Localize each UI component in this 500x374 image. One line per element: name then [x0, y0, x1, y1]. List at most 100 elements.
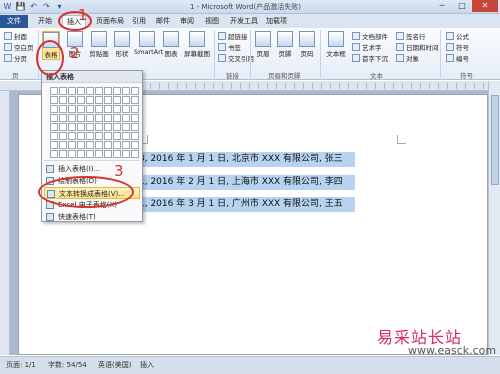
- quick-tables-icon: [46, 213, 54, 221]
- blank-page-button[interactable]: 空白页: [4, 42, 34, 52]
- date-time-button[interactable]: 日期和时间: [396, 42, 439, 52]
- word-count[interactable]: 字数: 54/54: [48, 357, 87, 374]
- tab-addins[interactable]: 加载项: [262, 15, 291, 28]
- tab-page-layout[interactable]: 页面布局: [92, 15, 128, 28]
- close-button[interactable]: ✕: [472, 0, 498, 12]
- cover-page-button[interactable]: 封面: [4, 31, 27, 41]
- screenshot-icon: [189, 31, 205, 47]
- save-icon[interactable]: 💾: [15, 1, 26, 12]
- annotation-circle-table-button: [36, 40, 64, 76]
- blank-page-icon: [4, 43, 12, 51]
- object-icon: [396, 54, 404, 62]
- shapes-icon: [114, 31, 130, 47]
- header-icon: [255, 31, 271, 47]
- table-size-grid[interactable]: [50, 87, 139, 158]
- ruler-marks: [150, 83, 490, 89]
- ribbon-separator: [440, 30, 441, 78]
- quick-parts-icon: [352, 32, 360, 40]
- window-title: 1 - Microsoft Word(产品激活失败): [190, 3, 301, 11]
- clipart-button[interactable]: 剪贴画: [88, 31, 110, 58]
- drop-cap-icon: [352, 54, 360, 62]
- undo-icon[interactable]: ↶: [28, 1, 39, 12]
- tab-file[interactable]: 文件: [0, 15, 28, 28]
- smartart-button[interactable]: SmartArt: [134, 31, 163, 56]
- smartart-icon: [139, 31, 155, 47]
- screenshot-button[interactable]: 屏幕截图: [182, 31, 212, 58]
- textbox-button[interactable]: 文本框: [324, 31, 348, 58]
- cover-page-icon: [4, 32, 12, 40]
- language-indicator[interactable]: 英语(美国): [98, 357, 131, 374]
- insert-mode[interactable]: 插入: [140, 357, 154, 374]
- header-button[interactable]: 页眉: [254, 31, 272, 58]
- symbol-button[interactable]: 符号: [446, 42, 469, 52]
- customize-qat-icon[interactable]: ▾: [54, 1, 65, 12]
- object-button[interactable]: 对象: [396, 53, 419, 63]
- hyperlink-icon: [218, 32, 226, 40]
- numbering-icon: [446, 54, 454, 62]
- selected-text-line[interactable]: 1, 2016 年 3 月 1 日, 广州市 XXX 有限公司, 王五: [137, 197, 355, 212]
- status-bar: 页面: 1/1 字数: 54/54 英语(美国) 插入: [0, 356, 500, 374]
- minimize-button[interactable]: ─: [432, 0, 452, 12]
- signature-line-button[interactable]: 签名行: [396, 31, 426, 41]
- date-time-icon: [396, 43, 404, 51]
- menu-item-quick-tables[interactable]: 快速表格(T): [44, 211, 140, 223]
- tab-references[interactable]: 引用: [128, 15, 150, 28]
- annotation-circle-convert-item: [38, 176, 134, 208]
- omega-icon: [446, 43, 454, 51]
- group-label-header-footer: 页眉和页脚: [268, 72, 301, 80]
- annotation-number: 2: [70, 44, 80, 62]
- tab-developer[interactable]: 开发工具: [226, 15, 262, 28]
- menu-separator: [44, 160, 140, 161]
- vertical-scrollbar[interactable]: [488, 81, 500, 355]
- wordart-button[interactable]: 艺术字: [352, 42, 382, 52]
- group-label-text: 文本: [370, 72, 383, 80]
- bookmark-icon: [218, 43, 226, 51]
- ribbon-separator: [250, 30, 251, 78]
- clipart-icon: [91, 31, 107, 47]
- insert-table-icon: [46, 165, 54, 173]
- page-break-button[interactable]: 分页: [4, 53, 27, 63]
- chart-icon: [163, 31, 179, 47]
- margin-corner-mark: [397, 135, 406, 144]
- page-number-icon: [299, 31, 315, 47]
- window-controls: ─ □ ✕: [432, 0, 498, 12]
- tab-view[interactable]: 视图: [201, 15, 223, 28]
- wordart-icon: [352, 43, 360, 51]
- chart-button[interactable]: 图表: [162, 31, 180, 58]
- tab-review[interactable]: 审阅: [176, 15, 198, 28]
- page-number-button[interactable]: 页码: [298, 31, 316, 58]
- textbox-icon: [328, 31, 344, 47]
- ribbon-separator: [320, 30, 321, 78]
- page-count[interactable]: 页面: 1/1: [6, 357, 36, 374]
- drop-cap-button[interactable]: 首字下沉: [352, 53, 388, 63]
- scrollbar-thumb[interactable]: [491, 95, 499, 185]
- word-app-icon: W: [3, 2, 12, 11]
- quick-access-toolbar: W 💾 ↶ ↷ ▾: [2, 1, 65, 12]
- equation-button[interactable]: 公式: [446, 31, 469, 41]
- group-label-links: 链接: [226, 72, 239, 80]
- vertical-ruler[interactable]: [0, 91, 10, 355]
- tab-home[interactable]: 开始: [34, 15, 56, 28]
- footer-button[interactable]: 页脚: [276, 31, 294, 58]
- pi-icon: [446, 32, 454, 40]
- annotation-number: 3: [114, 162, 124, 180]
- selected-text-line[interactable]: 3, 2016 年 1 月 1 日, 北京市 XXX 有限公司, 张三: [137, 152, 355, 167]
- bookmark-button[interactable]: 书签: [218, 42, 241, 52]
- group-label-symbols: 符号: [460, 72, 473, 80]
- ribbon-separator: [214, 30, 215, 78]
- menu-item-insert-table[interactable]: 插入表格(I)...: [44, 163, 140, 175]
- quick-parts-button[interactable]: 文档部件: [352, 31, 388, 41]
- redo-icon[interactable]: ↷: [41, 1, 52, 12]
- tab-mailings[interactable]: 邮件: [152, 15, 174, 28]
- selected-text-line[interactable]: 1, 2016 年 2 月 1 日, 上海市 XXX 有限公司, 李四: [137, 175, 355, 190]
- hyperlink-button[interactable]: 超链接: [218, 31, 248, 41]
- numbering-button[interactable]: 编号: [446, 53, 469, 63]
- cross-reference-icon: [218, 54, 226, 62]
- cross-reference-button[interactable]: 交叉引用: [218, 53, 254, 63]
- shapes-button[interactable]: 形状: [112, 31, 132, 58]
- page-break-icon: [4, 54, 12, 62]
- annotation-number: 1: [78, 6, 88, 24]
- footer-icon: [277, 31, 293, 47]
- maximize-button[interactable]: □: [452, 0, 472, 12]
- group-label-pages: 页: [12, 72, 19, 80]
